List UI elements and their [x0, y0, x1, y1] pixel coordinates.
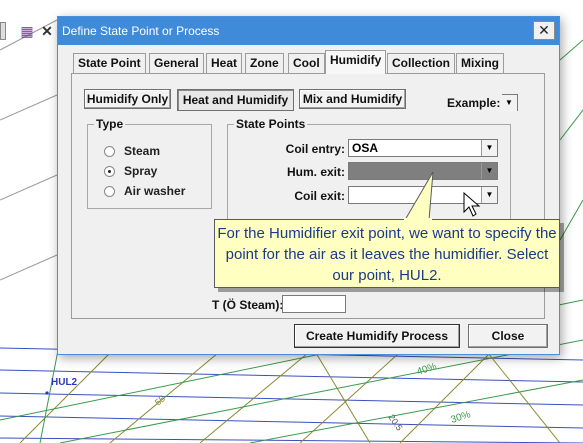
dialog-close-icon[interactable]: ✕ [533, 21, 555, 40]
example-label: Example: [447, 96, 501, 110]
close-button[interactable]: Close [468, 324, 548, 348]
tab-mixing[interactable]: Mixing [456, 53, 504, 73]
chart-icon[interactable]: ▦ [18, 22, 36, 40]
radio-spray[interactable]: Spray [104, 163, 157, 179]
radio-air-washer-indicator[interactable] [104, 185, 115, 197]
radio-steam[interactable]: Steam [104, 143, 160, 159]
humidify-only-button[interactable]: Humidify Only [84, 89, 171, 109]
radio-spray-label: Spray [124, 164, 158, 178]
tutorial-callout: For the Humidifier exit point, we want t… [214, 219, 560, 288]
chevron-down-icon[interactable]: ▼ [481, 187, 497, 203]
heat-and-humidify-button[interactable]: Heat and Humidify [177, 89, 294, 111]
callout-seam [404, 218, 432, 221]
rh-40-label: 40% [416, 361, 439, 378]
dialog-titlebar[interactable]: Define State Point or Process [58, 17, 559, 45]
radio-air-washer[interactable]: Air washer [104, 183, 185, 199]
chevron-down-icon: ▼ [501, 95, 517, 111]
coil-entry-combo[interactable]: OSA ▼ [348, 139, 498, 157]
type-group-label: Type [94, 117, 126, 131]
chevron-down-icon[interactable]: ▼ [481, 140, 497, 156]
dialog-title: Define State Point or Process [62, 24, 220, 38]
callout-pointer [404, 171, 434, 221]
radio-steam-indicator[interactable] [104, 145, 115, 157]
radio-spray-indicator[interactable] [104, 165, 115, 177]
coil-entry-value: OSA [352, 141, 379, 155]
coil-entry-label: Coil entry: [285, 142, 345, 156]
tab-cool[interactable]: Cool [288, 53, 325, 73]
hum-exit-label: Hum. exit: [286, 165, 345, 179]
toolbar-edge [0, 22, 6, 40]
steam-temp-field[interactable] [282, 295, 346, 313]
tab-state-point[interactable]: State Point [73, 53, 146, 73]
define-state-point-dialog: Define State Point or Process ✕ State Po… [57, 16, 560, 355]
create-humidify-process-button[interactable]: Create Humidify Process [294, 324, 460, 348]
radio-steam-label: Steam [124, 144, 161, 158]
coil-exit-label: Coil exit: [294, 189, 345, 203]
mix-and-humidify-button[interactable]: Mix and Humidify [299, 89, 406, 109]
mouse-cursor-icon [463, 192, 481, 217]
radio-air-washer-label: Air washer [124, 184, 186, 198]
example-dropdown[interactable]: ▼ [501, 94, 518, 111]
wetbulb-20.5-label: 20.5 [386, 412, 404, 432]
tab-collection[interactable]: Collection [387, 53, 456, 73]
type-group: Type Steam Spray Air washer [87, 117, 212, 209]
state-points-group-label: State Points [234, 117, 308, 131]
tab-general[interactable]: General [149, 53, 204, 73]
chevron-down-icon[interactable]: ▼ [481, 163, 497, 179]
tab-heat[interactable]: Heat [206, 53, 243, 73]
tab-zone[interactable]: Zone [245, 53, 284, 73]
tab-humidify[interactable]: Humidify [325, 50, 387, 74]
hul2-point-marker[interactable] [45, 391, 49, 395]
close-icon[interactable]: ✕ [38, 22, 56, 40]
steam-temp-label: T (Ö Steam): [212, 298, 284, 312]
rh-30-label: 30% [450, 409, 473, 426]
hul2-point-label[interactable]: HUL2 [51, 377, 78, 388]
